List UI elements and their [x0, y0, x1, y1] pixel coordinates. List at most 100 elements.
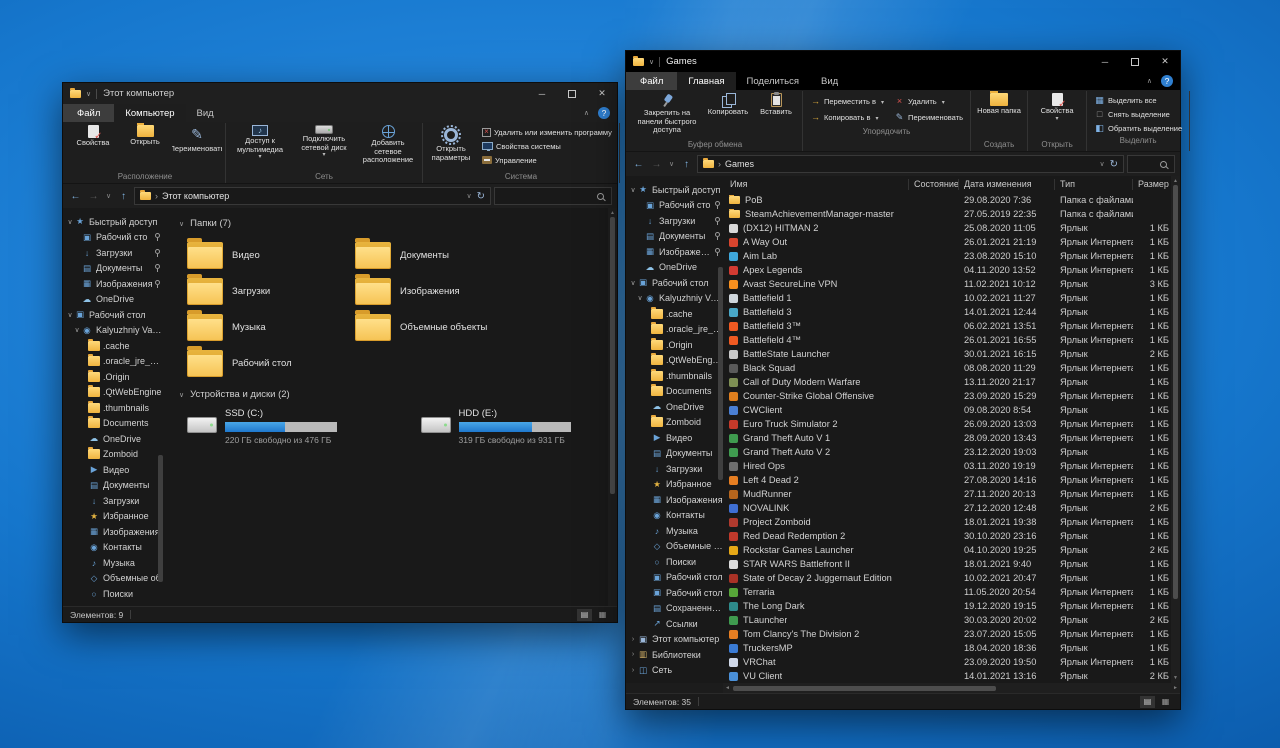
sidebar-item[interactable]: ↓ Загрузки	[626, 213, 723, 229]
column-header[interactable]: Дата изменения	[959, 179, 1055, 190]
sidebar-item[interactable]: .thumbnails	[626, 368, 723, 384]
column-header[interactable]: Тип	[1055, 179, 1133, 190]
sidebar-item[interactable]: .cache	[626, 306, 723, 322]
expand-chevron-icon[interactable]: ∨	[66, 218, 74, 226]
sidebar-item[interactable]: ↓ Загрузки	[63, 493, 163, 509]
horizontal-scrollbar[interactable]: ◄ ►	[723, 683, 1180, 693]
file-row[interactable]: VU Client 14.01.2021 13:16 Ярлык 2 КБ	[725, 669, 1171, 683]
sidebar-item[interactable]: ▦ Изображения	[63, 276, 163, 292]
ribbon-button[interactable]: Подключить сетевой диск	[293, 123, 355, 157]
titlebar[interactable]: ∨ Этот компьютер ─ ✕	[63, 83, 617, 104]
file-row[interactable]: TruckersMP 18.04.2020 18:36 Ярлык 1 КБ	[725, 641, 1171, 655]
collapse-ribbon-icon[interactable]: ∧	[1147, 77, 1152, 85]
sidebar-item[interactable]: .Origin	[63, 369, 163, 385]
sidebar-item[interactable]: ◇ Объемные об	[63, 571, 163, 587]
sidebar-item[interactable]: ↓ Загрузки	[63, 245, 163, 261]
file-row[interactable]: Euro Truck Simulator 2 26.09.2020 13:03 …	[725, 417, 1171, 431]
file-row[interactable]: A Way Out 26.01.2021 21:19 Ярлык Интерне…	[725, 235, 1171, 249]
sidebar-item[interactable]: .oracle_jre_usa	[63, 354, 163, 370]
ribbon-small-button[interactable]: ✎ Переименовать	[890, 110, 967, 124]
minimize-button[interactable]: ─	[1090, 51, 1120, 72]
up-button[interactable]: ↑	[679, 156, 694, 172]
file-row[interactable]: STAR WARS Battlefront II 18.01.2021 9:40…	[725, 557, 1171, 571]
sidebar-item[interactable]: ∨ ◉ Kalyuzhniy Vadim	[626, 291, 723, 307]
expand-chevron-icon[interactable]: ∨	[66, 311, 74, 319]
file-row[interactable]: Hired Ops 03.11.2020 19:19 Ярлык Интерне…	[725, 459, 1171, 473]
open-settings-button[interactable]: Открыть параметры	[426, 123, 476, 162]
recent-locations-button[interactable]: ∨	[667, 156, 676, 172]
ribbon-small-button[interactable]: □ Снять выделение	[1090, 107, 1186, 121]
maximize-button[interactable]	[557, 83, 587, 104]
sidebar-item[interactable]: .oracle_jre_usa	[626, 322, 723, 338]
file-row[interactable]: Grand Theft Auto V 1 28.09.2020 13:43 Яр…	[725, 431, 1171, 445]
thumbnails-view-button[interactable]: ▦	[1158, 696, 1173, 708]
sidebar-item[interactable]: ∨ ▣ Рабочий стол	[626, 275, 723, 291]
file-row[interactable]: Grand Theft Auto V 2 23.12.2020 19:03 Яр…	[725, 445, 1171, 459]
sidebar-item[interactable]: ▣ Рабочий сто	[63, 230, 163, 246]
ribbon-button[interactable]: Свойства	[68, 123, 118, 148]
ribbon-button[interactable]: Закрепить на панели быстрого доступа	[631, 91, 703, 135]
expand-chevron-icon[interactable]: ∨	[629, 279, 637, 287]
section-header-folders[interactable]: ∨ Папки (7)	[179, 218, 608, 229]
sidebar-item[interactable]: ∨ ★ Быстрый доступ	[626, 182, 723, 198]
file-row[interactable]: Tom Clancy's The Division 2 23.07.2020 1…	[725, 627, 1171, 641]
sidebar-item[interactable]: ☁ OneDrive	[63, 292, 163, 308]
collapse-ribbon-icon[interactable]: ∧	[584, 109, 589, 117]
sidebar-item[interactable]: › ◫ Сеть	[626, 663, 723, 679]
new-folder-button[interactable]: Новая папка	[974, 91, 1024, 116]
file-row[interactable]: SteamAchievementManager-master 27.05.201…	[725, 207, 1171, 221]
sidebar-item[interactable]: ★ Избранное	[63, 509, 163, 525]
file-row[interactable]: VRChat 23.09.2020 19:50 Ярлык Интернета …	[725, 655, 1171, 669]
sidebar-item[interactable]: ◇ Объемные об	[626, 539, 723, 555]
file-row[interactable]: Apex Legends 04.11.2020 13:52 Ярлык Инте…	[725, 263, 1171, 277]
file-row[interactable]: PoB 29.08.2020 7:36 Папка с файлами	[725, 193, 1171, 207]
sidebar-item[interactable]: ○ Поиски	[63, 586, 163, 602]
file-row[interactable]: NOVALINK 27.12.2020 12:48 Ярлык 2 КБ	[725, 501, 1171, 515]
sidebar-item[interactable]: ▶ Видео	[626, 430, 723, 446]
qat-customize-icon[interactable]: ∨	[86, 90, 91, 98]
titlebar[interactable]: ∨ Games ─ ✕	[626, 51, 1180, 72]
sidebar-item[interactable]: Documents	[63, 416, 163, 432]
scrollbar-thumb[interactable]	[732, 685, 996, 691]
scroll-right-icon[interactable]: ►	[1173, 685, 1178, 691]
file-row[interactable]: Counter-Strike Global Offensive 23.09.20…	[725, 389, 1171, 403]
tab-file[interactable]: Файл	[63, 104, 115, 122]
sidebar-item[interactable]: ☁ OneDrive	[626, 399, 723, 415]
breadcrumb-location[interactable]: Этот компьютер	[162, 191, 229, 201]
file-row[interactable]: Avast SecureLine VPN 11.02.2021 10:12 Яр…	[725, 277, 1171, 291]
maximize-button[interactable]	[1120, 51, 1150, 72]
sidebar-item[interactable]: Zomboid	[63, 447, 163, 463]
sidebar-item[interactable]: ★ Избранное	[626, 477, 723, 493]
sidebar-item[interactable]: Documents	[626, 384, 723, 400]
search-box[interactable]	[494, 187, 612, 205]
drive-tile[interactable]: HDD (E:) 319 ГБ свободно из 931 ГБ	[420, 408, 609, 445]
ribbon-small-button[interactable]: → Переместить в	[806, 94, 888, 108]
file-row[interactable]: (DX12) HITMAN 2 25.08.2020 11:05 Ярлык 1…	[725, 221, 1171, 235]
sidebar-item[interactable]: ▤ Документы	[626, 229, 723, 245]
expand-chevron-icon[interactable]: ›	[629, 636, 637, 643]
breadcrumb-bar[interactable]: › Этот компьютер ∨ ↻	[134, 187, 491, 205]
sidebar-item[interactable]: ♪ Музыка	[63, 555, 163, 571]
sidebar-item[interactable]: ▤ Документы	[63, 478, 163, 494]
sidebar-item[interactable]: ▣ Рабочий стол	[626, 585, 723, 601]
ribbon-button[interactable]: Доступ к мультимедиа	[229, 123, 291, 159]
column-header[interactable]: Размер	[1133, 179, 1173, 190]
expand-chevron-icon[interactable]: ›	[629, 651, 637, 658]
ribbon-tab[interactable]: Поделиться	[736, 72, 810, 90]
ribbon-button[interactable]: Добавить сетевое расположение	[357, 123, 419, 165]
sidebar-item[interactable]: ▦ Изображения	[626, 244, 723, 260]
file-row[interactable]: Black Squad 08.08.2020 11:29 Ярлык Интер…	[725, 361, 1171, 375]
folder-tile[interactable]: Музыка	[187, 309, 355, 345]
vertical-scrollbar[interactable]: ▲ ▼	[1171, 176, 1180, 683]
sidebar-item[interactable]: ▶ Видео	[63, 462, 163, 478]
sidebar-item[interactable]: ☁ OneDrive	[63, 431, 163, 447]
ribbon-button[interactable]: Вставить	[753, 91, 799, 117]
folder-tile[interactable]: Изображения	[355, 273, 523, 309]
scroll-left-icon[interactable]: ◄	[725, 685, 730, 691]
file-row[interactable]: Battlefield 3™ 06.02.2021 13:51 Ярлык Ин…	[725, 319, 1171, 333]
folder-tile[interactable]: Документы	[355, 237, 523, 273]
folder-tile[interactable]: Рабочий стол	[187, 345, 355, 381]
file-row[interactable]: MudRunner 27.11.2020 20:13 Ярлык Интерне…	[725, 487, 1171, 501]
file-row[interactable]: Left 4 Dead 2 27.08.2020 14:16 Ярлык Инт…	[725, 473, 1171, 487]
close-button[interactable]: ✕	[1150, 51, 1180, 72]
